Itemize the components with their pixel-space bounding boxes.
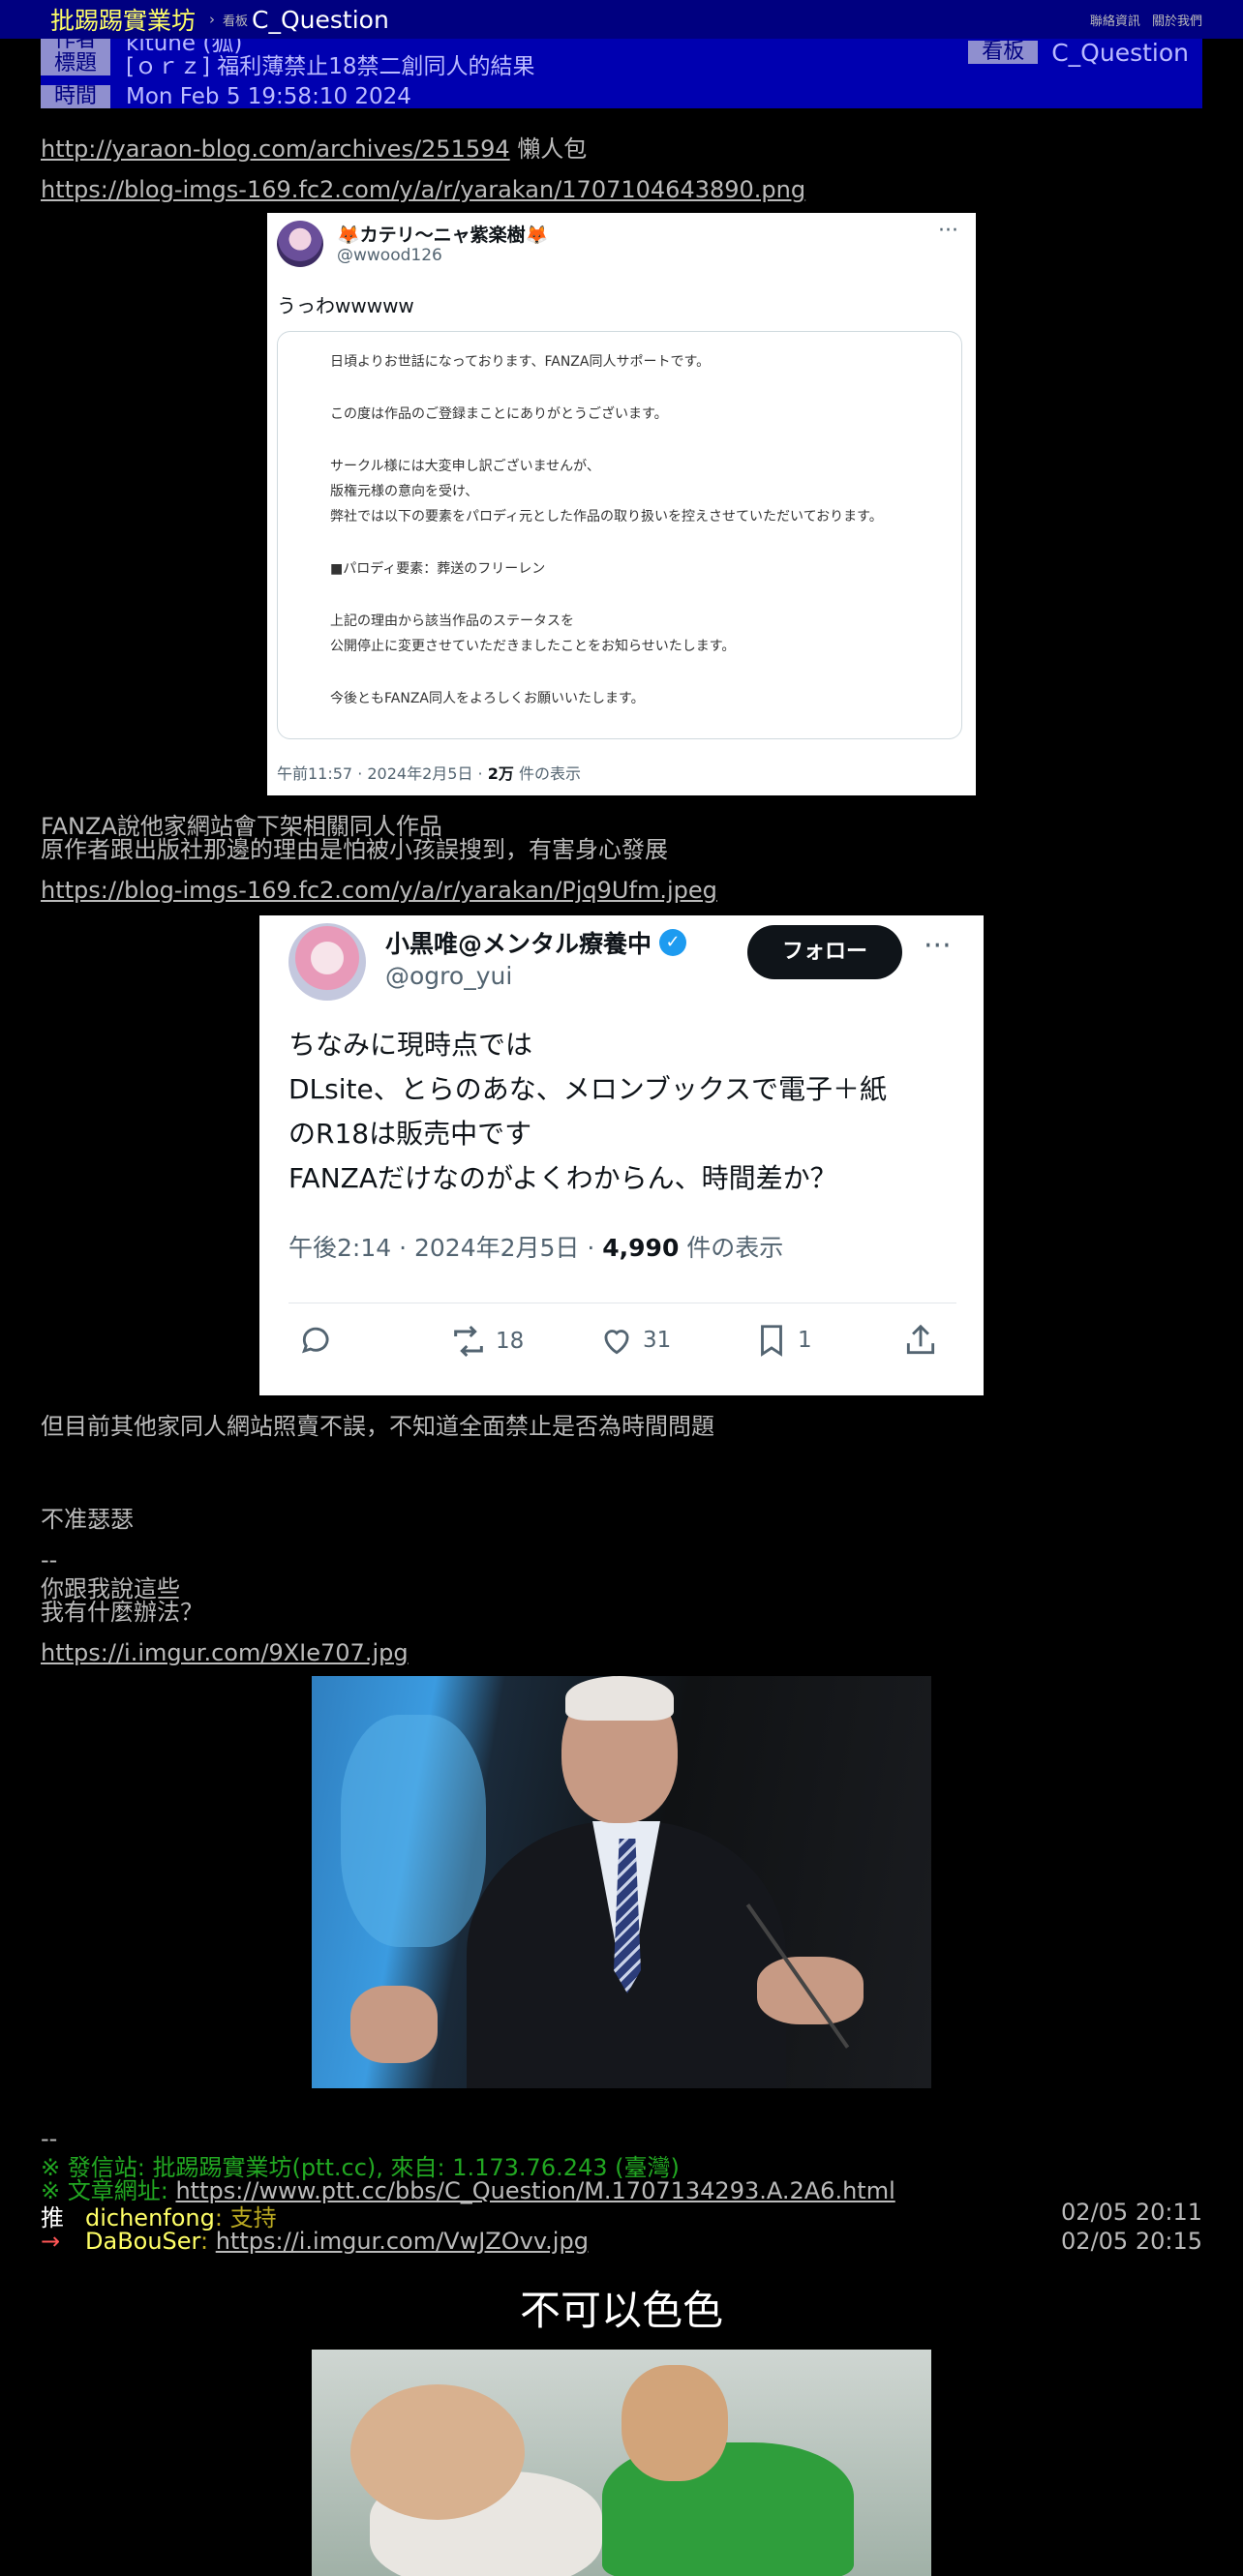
about-link[interactable]: 關於我們 (1152, 15, 1202, 29)
card-line: 日頃よりお世話になっております、FANZA同人サポートです。 (330, 354, 711, 370)
reply-icon (301, 1327, 329, 1354)
tweet-time: 午前11:57 · 2024年2月5日 · (277, 764, 488, 783)
board-value: C_Question (1051, 39, 1189, 67)
card-line: 版権元様の意向を受け、 (330, 484, 479, 499)
tweet-text: うっわwwwww (277, 294, 414, 317)
bookmark-count: 1 (798, 1328, 812, 1353)
board-link[interactable]: C_Question (252, 6, 389, 34)
time-tag: 時間 (41, 85, 110, 108)
time-value: Mon Feb 5 19:58:10 2024 (126, 84, 411, 108)
avatar (288, 923, 366, 1001)
signature-line-2: 我有什麼辦法？ (41, 1599, 203, 1626)
share-button[interactable] (902, 1322, 947, 1359)
link1-suffix: 懶人包 (509, 135, 588, 163)
link-line-4: https://i.imgur.com/9XIe707.jpg (41, 1639, 409, 1666)
meme-figure (622, 2365, 728, 2481)
card-line: ■パロディ要素：葬送のフリーレン (330, 561, 546, 577)
article-metaline: 作者 kitune (狐) 標題 [ｏｒｚ] 福利薄禁止18禁二創同人的結果 時… (41, 39, 1202, 108)
tweet-text-line: DLsite、とらのあな、メロンブックスで電子＋紙 (288, 1073, 888, 1105)
card-line: 上記の理由から該当作品のステータスを (330, 614, 574, 629)
paragraph-1-line-2: 原作者跟出版社那邊的理由是怕被小孩誤搜到，有害身心發展 (41, 836, 668, 863)
retweet-button[interactable]: 18 (449, 1322, 524, 1361)
push-user[interactable]: DaBouSer: https://i.imgur.com/VwJZOvv.jp… (85, 2228, 589, 2255)
title-row: 標題 [ｏｒｚ] 福利薄禁止18禁二創同人的結果 (41, 52, 535, 79)
push-content: : (200, 2228, 216, 2255)
view-count: 2万 (487, 764, 514, 783)
meme-caption: 不可以色色 (519, 2287, 723, 2334)
author-tag: 作者 (41, 39, 110, 52)
photo-background (341, 1715, 486, 1947)
top-right-links: 聯絡資訊 關於我們 (1082, 11, 1202, 29)
photo-figure (350, 1986, 438, 2063)
verified-badge-icon: ✓ (659, 929, 687, 956)
follow-button[interactable]: フォロー (747, 925, 902, 979)
title-tag: 標題 (41, 52, 110, 75)
push-tag: → (41, 2228, 61, 2255)
paragraph-2: 但目前其他家同人網站照賣不誤，不知道全面禁止是否為時間問題 (41, 1413, 714, 1440)
push-row: 推 dichenfong: 支持 02/05 20:11 (41, 2199, 1202, 2232)
breadcrumb-separator: › (209, 11, 216, 28)
meme-figure (350, 2384, 525, 2520)
card-line: 公開停止に変更させていただきましたことをお知らせいたします。 (330, 639, 736, 654)
fc2-image-link-2[interactable]: https://blog-imgs-169.fc2.com/y/a/r/yara… (41, 877, 717, 904)
board-label: 看板 (223, 14, 249, 29)
tweet-embed-2[interactable]: 小黒唯@メンタル療養中 ✓ @ogro_yui フォロー ··· ちなみに現時点… (259, 915, 984, 1395)
title-value: [ｏｒｚ] 福利薄禁止18禁二創同人的結果 (126, 54, 535, 79)
imgur-link-1[interactable]: https://i.imgur.com/9XIe707.jpg (41, 1639, 409, 1666)
push-time: 02/05 20:11 (1061, 2199, 1202, 2226)
contact-link[interactable]: 聯絡資訊 (1090, 15, 1140, 29)
heart-icon (604, 1330, 629, 1355)
yaraon-link[interactable]: http://yaraon-blog.com/archives/251594 (41, 135, 510, 163)
embedded-photo[interactable] (312, 1676, 931, 2088)
card-line: サークル様には大変申し訳ございませんが、 (330, 459, 600, 474)
like-button[interactable]: 31 (598, 1322, 671, 1359)
card-line: 今後ともFANZA同人をよろしくお願いいたします。 (330, 691, 645, 706)
push-imgur-link[interactable]: https://i.imgur.com/VwJZOvv.jpg (216, 2228, 589, 2255)
like-count: 31 (643, 1328, 672, 1353)
more-icon[interactable]: ··· (924, 929, 952, 963)
view-count: 4,990 (602, 1234, 680, 1262)
share-icon (906, 1324, 935, 1355)
reply-button[interactable] (298, 1322, 343, 1359)
link-line-2: https://blog-imgs-169.fc2.com/y/a/r/yara… (41, 176, 805, 203)
author-name-text: 小黒唯@メンタル療養中 (385, 930, 652, 958)
fc2-image-link-1[interactable]: https://blog-imgs-169.fc2.com/y/a/r/yara… (41, 176, 805, 203)
bookmark-button[interactable]: 1 (753, 1322, 812, 1359)
tweet-author-name: 🦊カテリ〜ニャ紫楽樹🦊 (337, 225, 549, 246)
tweet-embed-1[interactable]: 🦊カテリ〜ニャ紫楽樹🦊 @wwood126 ··· うっわwwwww 日頃よりお… (267, 213, 976, 795)
view-suffix: 件の表示 (513, 764, 581, 783)
quoted-email-card: 日頃よりお世話になっております、FANZA同人サポートです。 この度は作品のご登… (277, 331, 962, 739)
bookmark-icon (761, 1325, 782, 1357)
tweet-text-line: ちなみに現時点では (288, 1029, 533, 1061)
push-user-id[interactable]: DaBouSer (85, 2228, 200, 2255)
meme-image[interactable]: 不可以色色 (312, 2268, 931, 2576)
tweet-author-handle: @ogro_yui (385, 962, 513, 990)
tweet-author-name: 小黒唯@メンタル療養中 ✓ (385, 925, 687, 960)
link-line-1: http://yaraon-blog.com/archives/251594 懶… (41, 130, 587, 164)
paragraph-3: 不准瑟瑟 (41, 1506, 134, 1533)
board-row: 看板 C_Question (968, 39, 1189, 67)
link-line-3: https://blog-imgs-169.fc2.com/y/a/r/yara… (41, 877, 717, 904)
card-line: 弊社では以下の要素をパロディ元とした作品の取り扱いを控えさせていただいております… (330, 509, 883, 524)
tweet-text-line: のR18は販売中です (288, 1118, 532, 1150)
tweet-text-line: FANZAだけなのがよくわからん、時間差か？ (288, 1162, 837, 1194)
view-suffix: 件の表示 (679, 1234, 784, 1262)
retweet-count: 18 (496, 1329, 525, 1354)
tweet-author-handle: @wwood126 (337, 246, 442, 265)
tweet-time: 午後2:14 · 2024年2月5日 · (288, 1234, 603, 1262)
time-row: 時間 Mon Feb 5 19:58:10 2024 (41, 84, 411, 108)
board-tag: 看板 (968, 41, 1039, 64)
photo-figure (565, 1676, 674, 1721)
tweet-footer: 午前11:57 · 2024年2月5日 · 2万 件の表示 (277, 761, 581, 784)
retweet-icon (454, 1325, 483, 1358)
card-line: この度は作品のご登録まことにありがとうございます。 (330, 406, 668, 422)
avatar (277, 221, 323, 267)
push-row: → DaBouSer: https://i.imgur.com/VwJZOvv.… (41, 2228, 1202, 2255)
tweet-footer: 午後2:14 · 2024年2月5日 · 4,990 件の表示 (288, 1229, 783, 1264)
push-time: 02/05 20:15 (1061, 2228, 1202, 2255)
more-icon: ··· (938, 219, 958, 243)
site-logo-link[interactable]: 批踢踢實業坊 (50, 2, 196, 37)
top-bar: 批踢踢實業坊 › 看板 C_Question 聯絡資訊 關於我們 (0, 0, 1243, 39)
